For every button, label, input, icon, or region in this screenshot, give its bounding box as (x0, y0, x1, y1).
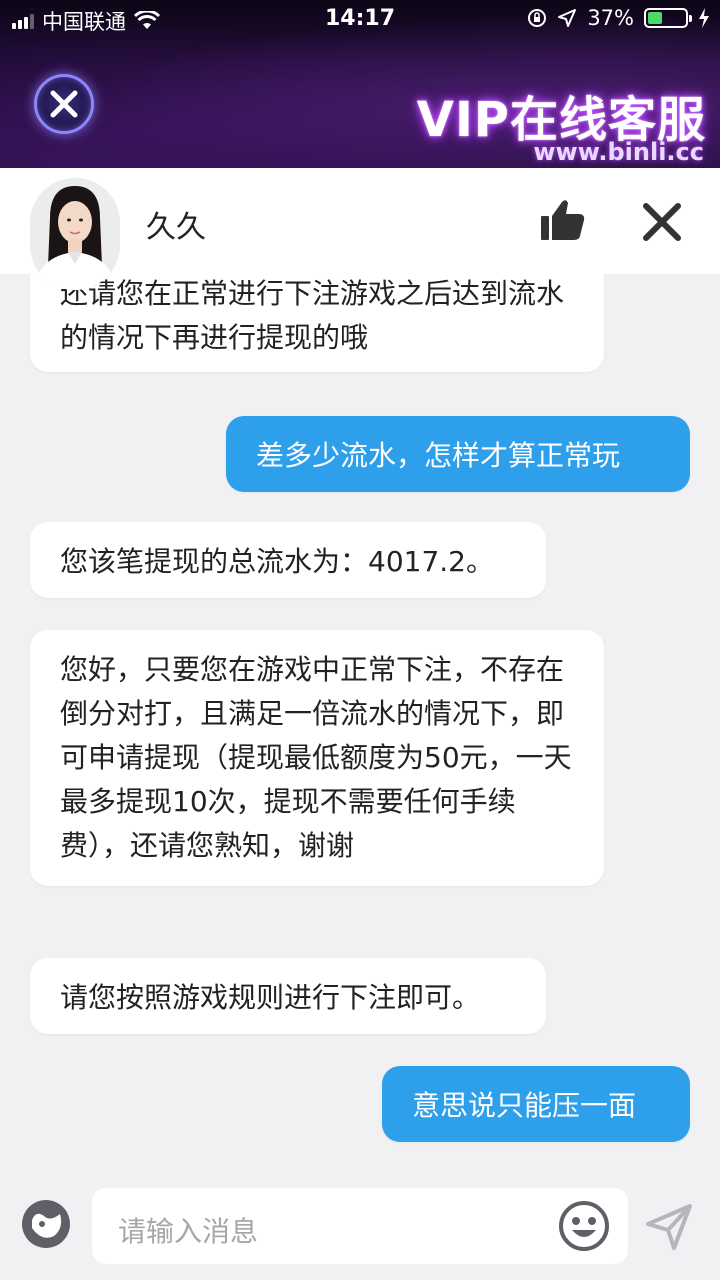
close-icon (50, 90, 78, 118)
more-options-icon[interactable] (20, 1198, 72, 1250)
input-placeholder: 请输入消息 (118, 1215, 259, 1248)
message-text: 意思说只能压一面 (412, 1089, 637, 1122)
battery-icon (644, 8, 692, 28)
status-bar: 中国联通 14:17 37% (0, 0, 720, 40)
thumbs-up-icon[interactable] (538, 196, 586, 244)
message-user: 意思说只能压一面 (382, 1066, 690, 1142)
message-text: 差多少流水，怎样才算正常玩 (256, 439, 621, 472)
battery-percent: 37% (587, 6, 634, 30)
message-agent: 还请您在正常进行下注游戏之后达到流水的情况下再进行提现的哦 (30, 274, 604, 372)
close-icon[interactable] (640, 200, 684, 244)
message-agent: 您该笔提现的总流水为：4017.2。 (30, 522, 546, 598)
input-bar: 请输入消息 (0, 1180, 720, 1280)
message-agent: 请您按照游戏规则进行下注即可。 (30, 958, 546, 1034)
agent-avatar-icon (30, 178, 120, 290)
banner-url: www.binli.cc (533, 138, 704, 166)
charging-icon (699, 8, 709, 28)
message-input[interactable]: 请输入消息 (92, 1188, 628, 1264)
message-text: 您该笔提现的总流水为：4017.2。 (60, 545, 494, 578)
agent-name: 久久 (146, 210, 206, 245)
message-text: 请您按照游戏规则进行下注即可。 (60, 981, 481, 1014)
location-icon (558, 9, 577, 27)
orientation-lock-icon (528, 9, 547, 27)
send-icon[interactable] (644, 1202, 694, 1252)
message-user: 差多少流水，怎样才算正常玩 (226, 416, 690, 492)
agent-bar: 久久 (0, 168, 720, 290)
avatar (30, 178, 120, 290)
message-agent: 您好，只要您在游戏中正常下注，不存在倒分对打，且满足一倍流水的情况下，即可申请提… (30, 630, 604, 886)
header-banner: 中国联通 14:17 37% VIP在线客服 www.binli.cc (0, 0, 720, 168)
message-text: 您好，只要您在游戏中正常下注，不存在倒分对打，且满足一倍流水的情况下，即可申请提… (60, 653, 572, 862)
emoji-icon[interactable] (558, 1200, 610, 1252)
message-text: 还请您在正常进行下注游戏之后达到流水的情况下再进行提现的哦 (60, 277, 565, 354)
chat-area[interactable]: 还请您在正常进行下注游戏之后达到流水的情况下再进行提现的哦 差多少流水，怎样才算… (0, 274, 720, 1180)
close-service-button[interactable] (34, 74, 94, 134)
